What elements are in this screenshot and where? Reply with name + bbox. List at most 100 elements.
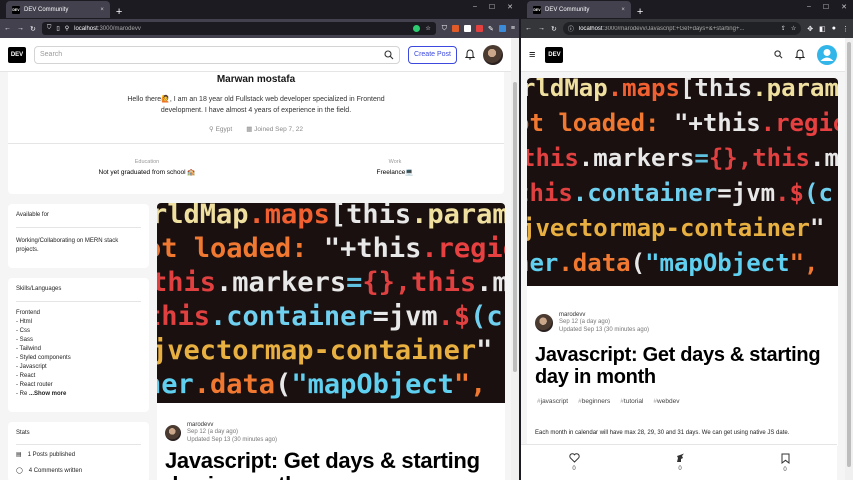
cover-code-line: ner.data("mapObject",: [527, 249, 819, 277]
url-bar[interactable]: ⓘ localhost:3000/marodevv/Javascript:+Ge…: [562, 22, 802, 35]
forward-icon[interactable]: →: [17, 25, 24, 32]
bookmark-star-icon[interactable]: ☆: [791, 25, 796, 32]
unicorn-count: 0: [678, 466, 682, 472]
search-icon[interactable]: [774, 50, 783, 59]
cover-code-line: jvectormap-container": [527, 214, 825, 242]
notifications-bell-icon[interactable]: [795, 49, 805, 60]
extension-red-icon[interactable]: [476, 25, 484, 32]
post-date: Sep 12 (a day ago): [187, 429, 239, 435]
user-avatar[interactable]: [483, 44, 503, 65]
search-input[interactable]: Search: [34, 45, 401, 64]
cover-code-line: jvectormap-container": [157, 335, 493, 366]
maximize-icon[interactable]: ☐: [489, 3, 495, 11]
skills-card: Skills/Languages Frontend - Html - Css - Sa…: [8, 278, 149, 412]
skill-line: - React: [16, 373, 36, 379]
skills-list: Frontend - Html - Css - Sass - Tailwind - Sty…: [16, 309, 141, 399]
like-reaction[interactable]: 0: [568, 453, 580, 472]
tab-dev-community[interactable]: DEV DEV Community ×: [6, 1, 110, 18]
page-scrollbar[interactable]: [845, 38, 853, 480]
work-section: Work Freelance💻: [376, 159, 414, 176]
tag-javascript[interactable]: #javascript: [537, 398, 568, 405]
forward-icon[interactable]: →: [538, 25, 545, 32]
window-controls: – ☐ ✕: [473, 3, 513, 11]
new-tab-button[interactable]: +: [116, 6, 122, 18]
profile-card: Marwan mostafa Hello there🙋, I am an 18 …: [8, 72, 504, 194]
hamburger-menu-icon[interactable]: ≡: [529, 49, 535, 61]
extension-green-icon[interactable]: [413, 25, 421, 32]
scrollbar-thumb[interactable]: [513, 82, 517, 372]
info-icon: ⚲: [64, 26, 70, 32]
skill-line: - Tailwind: [16, 346, 41, 352]
article-author: marodevv Sep 12 (a day ago) Updated Sep …: [535, 312, 838, 334]
heart-icon: [568, 453, 580, 463]
close-window-icon[interactable]: ✕: [841, 3, 847, 11]
save-reaction[interactable]: 0: [781, 453, 790, 473]
search-placeholder: Search: [40, 51, 63, 58]
profile-icon[interactable]: ●: [832, 25, 836, 32]
stat-comments: ◯ 4 Comments written: [16, 468, 83, 474]
menu-icon[interactable]: ≡: [511, 25, 515, 32]
article-title[interactable]: Javascript: Get days & starting day in m…: [165, 449, 495, 480]
article-cover-image[interactable]: rldMap.maps[this.param ot loaded: "+this.…: [527, 78, 838, 286]
bookmark-star-icon[interactable]: ☆: [425, 25, 430, 32]
cover-code-line: this.container=jvm.$(c: [527, 179, 833, 207]
cover-code-line: rldMap.maps[this.param: [157, 203, 505, 230]
extension-blue-icon[interactable]: [498, 25, 506, 32]
url-bar[interactable]: ⛉ ▯ ⚲ localhost:3000/marodevv ☆: [41, 22, 436, 35]
close-tab-icon[interactable]: ×: [100, 7, 104, 13]
pen-icon[interactable]: ✎: [488, 25, 494, 33]
tag-beginners[interactable]: #beginners: [578, 398, 610, 405]
extensions-puzzle-icon[interactable]: ✥: [807, 25, 813, 33]
profile-bio: Hello there🙋, I am an 18 year old Fullst…: [127, 96, 385, 114]
article-cover-image[interactable]: rldMap.maps[this.param ot loaded: "+this.…: [157, 203, 505, 403]
calendar-icon: ▦: [246, 126, 255, 133]
available-for-title: Available for: [16, 212, 49, 218]
new-tab-button[interactable]: +: [637, 6, 643, 18]
kebab-menu-icon[interactable]: ⋮: [842, 25, 849, 33]
close-tab-icon[interactable]: ×: [621, 7, 625, 13]
tab-dev-community[interactable]: DEV DEV Community ×: [527, 1, 631, 18]
minimize-icon[interactable]: –: [473, 3, 477, 11]
page-icon: ▯: [56, 26, 60, 32]
stats-title: Stats: [16, 430, 30, 436]
tab-title: DEV Community: [24, 6, 69, 13]
search-icon[interactable]: [384, 49, 394, 60]
back-icon[interactable]: ←: [4, 25, 11, 32]
notifications-bell-icon[interactable]: [465, 49, 475, 60]
tag-webdev[interactable]: #webdev: [653, 398, 679, 405]
cover-code-line: ner.data("mapObject",: [157, 369, 487, 400]
dev-logo[interactable]: DEV: [545, 46, 564, 63]
tag-tutorial[interactable]: #tutorial: [620, 398, 643, 405]
author-avatar[interactable]: [165, 425, 181, 441]
info-icon: ⓘ: [567, 27, 574, 33]
create-post-button[interactable]: Create Post: [408, 45, 457, 64]
author-avatar[interactable]: [535, 314, 553, 332]
reload-icon[interactable]: ↻: [30, 25, 36, 33]
share-icon[interactable]: ⇪: [781, 25, 786, 32]
site-header: DEV Search Create Post: [0, 38, 511, 72]
show-more-link[interactable]: ...Show more: [27, 391, 66, 397]
education-value: Not yet graduated from school 🏫: [98, 169, 196, 176]
page-scrollbar[interactable]: [511, 38, 519, 480]
left-browser-window: DEV DEV Community × + – ☐ ✕ ← → ↻ ⛉ ▯ ⚲ …: [0, 0, 519, 480]
reactions-bar: 0 0 0: [521, 444, 837, 480]
extension-white-icon[interactable]: [464, 25, 472, 32]
close-window-icon[interactable]: ✕: [507, 3, 513, 11]
minimize-icon[interactable]: –: [807, 3, 811, 11]
location-pin-icon: ⚲: [209, 126, 216, 133]
maximize-icon[interactable]: ☐: [823, 3, 829, 11]
profile-page: DEV Search Create Post Marwan mostafa He…: [0, 38, 511, 480]
back-icon[interactable]: ←: [525, 25, 532, 32]
skill-line: - Sass: [16, 337, 34, 343]
extension-orange-icon[interactable]: [452, 25, 460, 32]
stats-card: Stats ▤ 1 Posts published ◯ 4 Comments wri…: [8, 422, 149, 480]
article-body-text: Each month in calendar will have max 28,…: [535, 430, 790, 436]
article-card[interactable]: rldMap.maps[this.param ot loaded: "+this.…: [157, 203, 505, 480]
unicorn-reaction[interactable]: 0: [675, 453, 686, 472]
reload-icon[interactable]: ↻: [551, 25, 557, 33]
side-panel-icon[interactable]: ◧: [819, 25, 826, 33]
pocket-icon[interactable]: ⛉: [442, 25, 447, 33]
user-avatar[interactable]: [817, 44, 837, 65]
dev-logo[interactable]: DEV: [8, 46, 26, 63]
scrollbar-thumb[interactable]: [847, 42, 851, 467]
